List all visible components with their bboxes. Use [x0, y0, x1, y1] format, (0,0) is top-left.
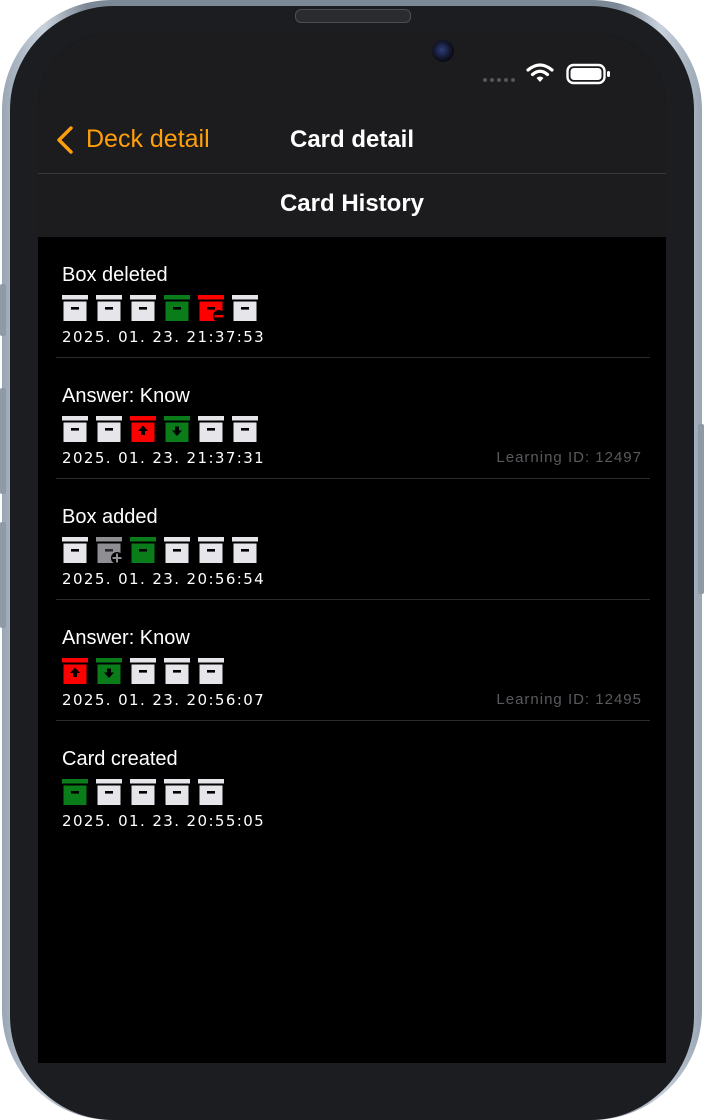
- box-icon: [96, 537, 122, 563]
- box-icon: [198, 416, 224, 442]
- box-icon: [198, 537, 224, 563]
- box-icon: [62, 416, 88, 442]
- signal-dots-icon: [483, 78, 515, 82]
- box-icon: [96, 295, 122, 321]
- box-icon: [198, 295, 224, 321]
- front-camera: [432, 40, 454, 62]
- learning-id: Learning ID: 12497: [496, 449, 642, 466]
- box-icon: [164, 537, 190, 563]
- entry-timestamp: 2025. 01. 23. 20:56:54: [62, 570, 266, 588]
- box-row: [62, 537, 258, 563]
- battery-icon: [566, 63, 610, 85]
- status-bar: [482, 63, 622, 85]
- earpiece-speaker: [295, 9, 411, 23]
- entry-title: Box added: [62, 506, 158, 528]
- volume-down-button: [0, 522, 6, 628]
- box-row: [62, 416, 258, 442]
- box-icon: [164, 779, 190, 805]
- history-entry: Box deleted 2025. 01. 23. 21:37:53: [38, 237, 666, 358]
- entry-title: Card created: [62, 748, 178, 770]
- section-title: Card History: [279, 190, 425, 217]
- box-icon: [130, 537, 156, 563]
- box-icon: [198, 658, 224, 684]
- box-icon: [164, 658, 190, 684]
- box-icon: [232, 537, 258, 563]
- history-entry: Answer: Know 2025. 01. 23. 21:37:31 Learni…: [38, 358, 666, 479]
- box-icon: [62, 295, 88, 321]
- box-icon: [96, 416, 122, 442]
- box-icon: [232, 416, 258, 442]
- box-icon: [62, 779, 88, 805]
- box-icon: [164, 295, 190, 321]
- entry-title: Answer: Know: [62, 385, 190, 407]
- history-entry: Answer: Know 2025. 01. 23. 20:56:07 Learni…: [38, 600, 666, 721]
- wifi-icon: [526, 63, 554, 82]
- screen: Deck detail Card detail Card History Box…: [38, 33, 666, 1063]
- box-icon: [130, 295, 156, 321]
- entry-timestamp: 2025. 01. 23. 21:37:53: [62, 328, 266, 346]
- history-list: Box deleted 2025. 01. 23. 21:37:53 Answer:…: [38, 237, 666, 842]
- entry-timestamp: 2025. 01. 23. 21:37:31: [62, 449, 266, 467]
- box-icon: [62, 658, 88, 684]
- box-icon: [96, 779, 122, 805]
- box-row: [62, 295, 258, 321]
- divider: [38, 173, 666, 174]
- box-icon: [164, 416, 190, 442]
- box-icon: [232, 295, 258, 321]
- history-entry: Card created 2025. 01. 23. 20:55:05: [38, 721, 666, 842]
- entry-title: Box deleted: [62, 264, 168, 286]
- box-icon: [198, 779, 224, 805]
- power-button: [698, 424, 704, 594]
- volume-up-button: [0, 388, 6, 494]
- box-icon: [130, 416, 156, 442]
- history-entry: Box added 2025. 01. 23. 20:56:54: [38, 479, 666, 600]
- entry-title: Answer: Know: [62, 627, 190, 649]
- box-icon: [130, 658, 156, 684]
- entry-timestamp: 2025. 01. 23. 20:56:07: [62, 691, 266, 709]
- entry-timestamp: 2025. 01. 23. 20:55:05: [62, 812, 266, 830]
- box-icon: [96, 658, 122, 684]
- learning-id: Learning ID: 12495: [496, 691, 642, 708]
- box-row: [62, 658, 224, 684]
- dynamic-island: [222, 33, 482, 87]
- page-title: Card detail: [289, 126, 415, 153]
- box-row: [62, 779, 224, 805]
- box-icon: [62, 537, 88, 563]
- action-button: [0, 284, 6, 336]
- box-icon: [130, 779, 156, 805]
